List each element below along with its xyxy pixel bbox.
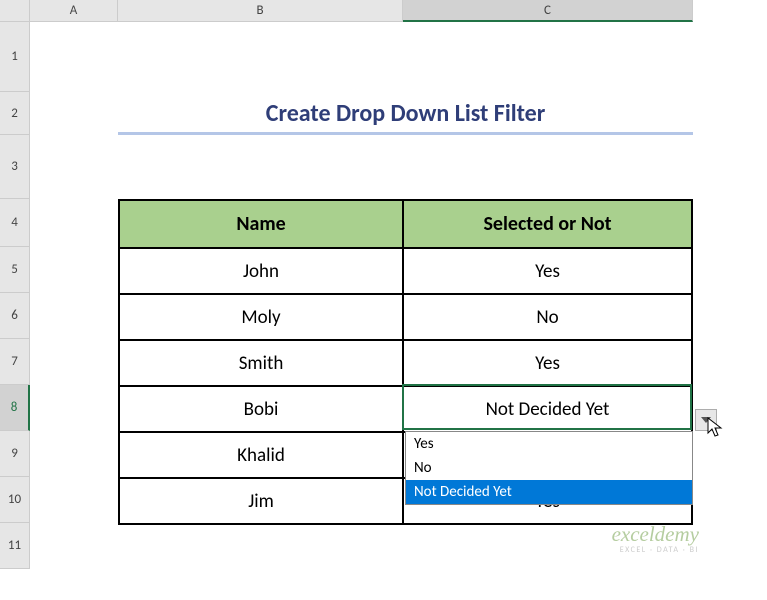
column-header-a[interactable]: A	[30, 0, 118, 22]
table-header-selected: Selected or Not	[403, 200, 692, 248]
select-all-corner[interactable]	[0, 0, 30, 22]
watermark-brand: exceldemy	[612, 522, 699, 547]
column-header-b[interactable]: B	[118, 0, 403, 22]
page-title: Create Drop Down List Filter	[118, 92, 693, 135]
row-header-6[interactable]: 6	[0, 293, 30, 339]
row-headers: 1234567891011	[0, 22, 30, 569]
row-header-7[interactable]: 7	[0, 339, 30, 385]
table-row: Smith Yes	[119, 340, 692, 386]
cell-name[interactable]: Jim	[119, 478, 403, 524]
cell-selected[interactable]: Not Decided Yet	[403, 386, 692, 432]
dropdown-button[interactable]	[695, 409, 717, 431]
row-header-3[interactable]: 3	[0, 135, 30, 199]
watermark: exceldemy EXCEL · DATA · BI	[612, 522, 699, 555]
cell-name[interactable]: Smith	[119, 340, 403, 386]
cell-selected[interactable]: No	[403, 294, 692, 340]
cell-name[interactable]: Bobi	[119, 386, 403, 432]
row-header-2[interactable]: 2	[0, 92, 30, 135]
dropdown-option[interactable]: Not Decided Yet	[406, 480, 692, 504]
table-header-row: Name Selected or Not	[119, 200, 692, 248]
table-header-name: Name	[119, 200, 403, 248]
cell-name[interactable]: Khalid	[119, 432, 403, 478]
cell-selected[interactable]: Yes	[403, 248, 692, 294]
cell-selected[interactable]: Yes	[403, 340, 692, 386]
watermark-tagline: EXCEL · DATA · BI	[612, 545, 699, 555]
row-header-5[interactable]: 5	[0, 247, 30, 293]
chevron-down-icon	[701, 417, 711, 423]
row-header-8[interactable]: 8	[0, 385, 30, 431]
column-header-c[interactable]: C	[403, 0, 693, 22]
column-headers: A B C	[30, 0, 693, 22]
row-header-1[interactable]: 1	[0, 22, 30, 92]
table-row: John Yes	[119, 248, 692, 294]
row-header-9[interactable]: 9	[0, 431, 30, 477]
dropdown-option[interactable]: No	[406, 456, 692, 480]
spreadsheet: A B C 1234567891011 Create Drop Down Lis…	[0, 0, 767, 600]
table-row: Bobi Not Decided Yet	[119, 386, 692, 432]
table-row: Moly No	[119, 294, 692, 340]
cell-name[interactable]: Moly	[119, 294, 403, 340]
dropdown-option[interactable]: Yes	[406, 432, 692, 456]
cell-name[interactable]: John	[119, 248, 403, 294]
row-header-11[interactable]: 11	[0, 523, 30, 569]
row-header-4[interactable]: 4	[0, 199, 30, 247]
dropdown-list[interactable]: YesNoNot Decided Yet	[405, 431, 693, 505]
row-header-10[interactable]: 10	[0, 477, 30, 523]
